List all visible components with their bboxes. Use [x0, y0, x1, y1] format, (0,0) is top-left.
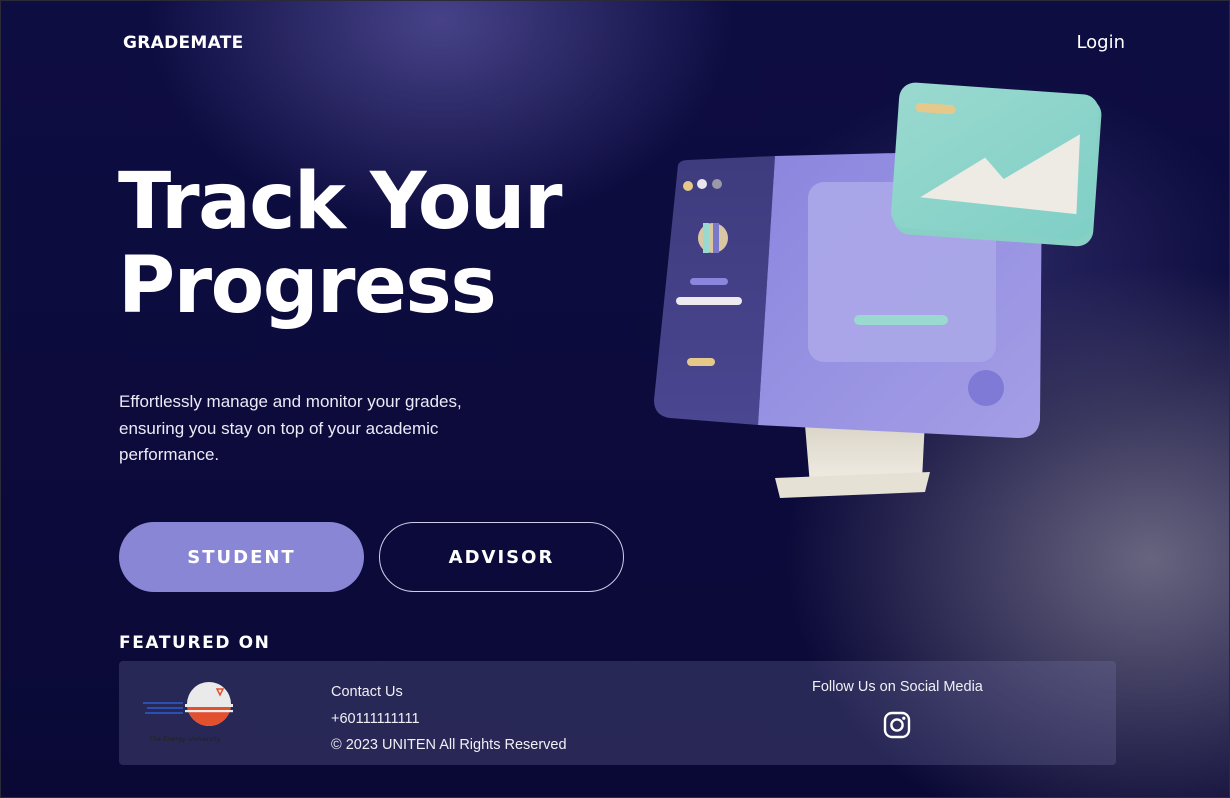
- social-heading: Follow Us on Social Media: [812, 679, 983, 695]
- footer: The Energy University Contact Us +601111…: [119, 661, 1116, 765]
- hero-title-line-1: Track Your: [118, 157, 562, 247]
- contact-heading: Contact Us: [331, 684, 403, 700]
- hero-title-line-2: Progress: [118, 241, 497, 331]
- brand-logo[interactable]: GRADEMATE: [123, 33, 244, 53]
- computer-monitor-illustration: [654, 82, 1102, 498]
- hero-title: Track Your Progress: [118, 157, 562, 331]
- featured-on-heading: FEATURED ON: [119, 633, 271, 653]
- logo-tagline: The Energy University: [149, 735, 221, 743]
- contact-section: Contact Us +60111111111 © 2023 UNITEN Al…: [331, 679, 567, 759]
- hero-description: Effortlessly manage and monitor your gra…: [119, 392, 462, 464]
- copyright-text: © 2023 UNITEN All Rights Reserved: [331, 737, 567, 753]
- instagram-icon[interactable]: [883, 711, 911, 739]
- login-link[interactable]: Login: [1076, 32, 1125, 53]
- uniten-logo: The Energy University: [143, 682, 233, 743]
- contact-phone: +60111111111: [331, 710, 420, 727]
- advisor-button[interactable]: ADVISOR: [379, 522, 624, 592]
- student-button[interactable]: STUDENT: [119, 522, 364, 592]
